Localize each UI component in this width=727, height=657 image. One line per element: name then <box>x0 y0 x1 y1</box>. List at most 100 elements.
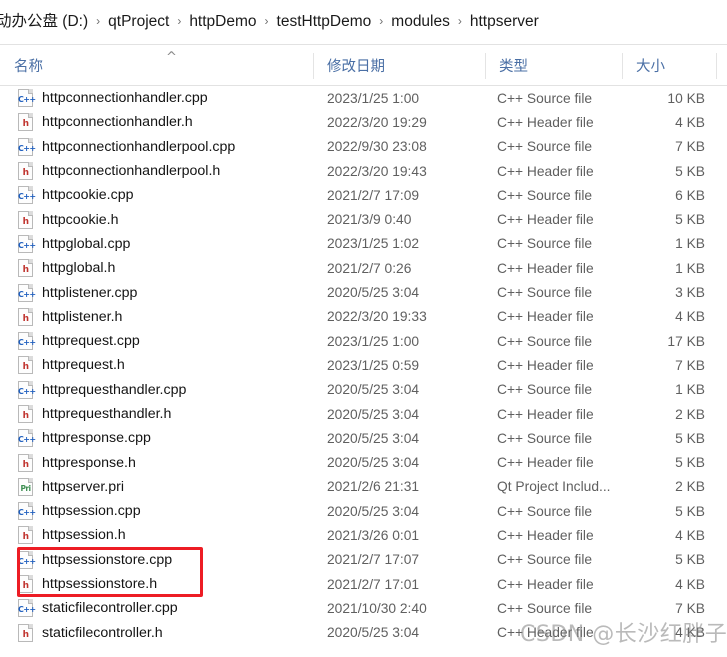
file-name-cell[interactable]: h httplistener.h <box>18 307 122 326</box>
file-type-cell: C++ Source file <box>497 236 593 252</box>
file-name-label: httprequesthandler.cpp <box>42 381 187 398</box>
file-name-label: httprequest.cpp <box>42 333 140 350</box>
file-size-cell: 5 KB <box>675 552 705 568</box>
file-name-cell[interactable]: Pri httpserver.pri <box>18 477 124 496</box>
file-size-cell: 4 KB <box>675 309 705 325</box>
h-file-icon: h <box>18 453 33 472</box>
file-date-modified-cell: 2021/2/6 21:31 <box>327 479 420 495</box>
file-date-modified-cell: 2020/5/25 3:04 <box>327 503 420 519</box>
file-date-modified-cell: 2020/5/25 3:04 <box>327 382 420 398</box>
file-row[interactable]: h httpsession.h 2021/3/26 0:01 C++ Header f… <box>0 523 727 547</box>
file-name-cell[interactable]: h httpsessionstore.h <box>18 575 157 594</box>
file-row[interactable]: h httpsessionstore.h 2021/2/7 17:01 C++ Hea… <box>0 572 727 596</box>
cpp-file-icon: C++ <box>18 137 36 156</box>
file-row[interactable]: C++ httpcookie.cpp 2021/2/7 17:09 C++ Sourc… <box>0 183 727 207</box>
file-icon-label: C++ <box>18 192 36 202</box>
file-row[interactable]: h httpconnectionhandler.h 2022/3/20 19:29 C… <box>0 110 727 134</box>
file-name-cell[interactable]: C++ httpsessionstore.cpp <box>18 550 172 569</box>
column-header-row: 名称 ^ 修改日期 类型 大小 <box>0 44 727 86</box>
cpp-file-icon: C++ <box>18 550 36 569</box>
file-name-cell[interactable]: h httpresponse.h <box>18 453 136 472</box>
file-name-cell[interactable]: C++ httpcookie.cpp <box>18 186 134 205</box>
file-row[interactable]: C++ httpsession.cpp 2020/5/25 3:04 C++ Sour… <box>0 499 727 523</box>
file-name-cell[interactable]: h httpconnectionhandler.h <box>18 113 193 132</box>
column-header-size[interactable]: 大小 <box>622 45 716 85</box>
file-size-cell: 1 KB <box>675 260 705 276</box>
file-row[interactable]: h staticfilecontroller.h 2020/5/25 3:04 C++… <box>0 621 727 645</box>
breadcrumb-item-4[interactable]: modules <box>391 14 450 30</box>
file-name-cell[interactable]: h httpsession.h <box>18 526 126 545</box>
file-icon-label: C++ <box>18 240 36 250</box>
column-header-name[interactable]: 名称 <box>0 45 313 85</box>
file-name-cell[interactable]: h httprequesthandler.h <box>18 405 171 423</box>
file-name-cell[interactable]: C++ staticfilecontroller.cpp <box>18 599 178 618</box>
file-size-cell: 6 KB <box>675 187 705 203</box>
cpp-file-icon: C++ <box>18 502 36 521</box>
file-name-label: httpconnectionhandlerpool.h <box>42 163 221 180</box>
file-row[interactable]: h httplistener.h 2022/3/20 19:33 C++ Header… <box>0 305 727 329</box>
file-name-cell[interactable]: h httprequest.h <box>18 356 125 375</box>
breadcrumb-item-3[interactable]: testHttpDemo <box>277 14 372 30</box>
file-name-cell[interactable]: C++ httpconnectionhandlerpool.cpp <box>18 137 235 156</box>
file-type-cell: C++ Source file <box>497 503 593 519</box>
file-row[interactable]: C++ httpsessionstore.cpp 2021/2/7 17:07 C++… <box>0 548 727 572</box>
file-row[interactable]: C++ httpresponse.cpp 2020/5/25 3:04 C++ Sou… <box>0 426 727 450</box>
file-row[interactable]: C++ httprequest.cpp 2023/1/25 1:00 C++ Sour… <box>0 329 727 353</box>
column-header-date-modified[interactable]: 修改日期 <box>313 45 485 85</box>
file-row[interactable]: Pri httpserver.pri 2021/2/6 21:31 Qt Projec… <box>0 475 727 499</box>
file-name-cell[interactable]: h staticfilecontroller.h <box>18 623 163 642</box>
file-name-cell[interactable]: C++ httpresponse.cpp <box>18 429 151 448</box>
file-date-modified-cell: 2022/9/30 23:08 <box>327 139 427 155</box>
file-row[interactable]: h httprequest.h 2023/1/25 0:59 C++ Header f… <box>0 353 727 377</box>
file-name-cell[interactable]: C++ httprequest.cpp <box>18 332 140 351</box>
file-size-cell: 4 KB <box>675 625 705 641</box>
file-type-cell: C++ Header file <box>497 625 594 641</box>
file-name-cell[interactable]: C++ httprequesthandler.cpp <box>18 380 187 399</box>
file-icon-label: h <box>22 581 29 592</box>
file-row[interactable]: h httprequesthandler.h 2020/5/25 3:04 C++ H… <box>0 402 727 426</box>
h-file-icon: h <box>18 575 33 594</box>
file-icon-label: C++ <box>18 143 36 153</box>
file-name-cell[interactable]: h httpcookie.h <box>18 210 119 229</box>
file-row[interactable]: C++ httpconnectionhandler.cpp 2023/1/25 1:… <box>0 86 727 110</box>
file-size-cell: 7 KB <box>675 600 705 616</box>
file-icon-label: Pri <box>20 483 32 493</box>
breadcrumb-item-5[interactable]: httpserver <box>470 14 539 30</box>
file-name-label: httpsession.cpp <box>42 503 141 520</box>
file-type-cell: C++ Source file <box>497 333 593 349</box>
column-divider[interactable] <box>716 53 717 79</box>
file-row[interactable]: C++ httprequesthandler.cpp 2020/5/25 3:04 C… <box>0 378 727 402</box>
file-name-cell[interactable]: h httpconnectionhandlerpool.h <box>18 162 221 181</box>
file-name-cell[interactable]: h httpglobal.h <box>18 259 115 278</box>
file-name-cell[interactable]: C++ httpsession.cpp <box>18 502 141 521</box>
file-row[interactable]: h httpresponse.h 2020/5/25 3:04 C++ Header … <box>0 450 727 474</box>
file-name-label: staticfilecontroller.cpp <box>42 600 178 617</box>
file-name-label: httpglobal.cpp <box>42 235 131 252</box>
file-row[interactable]: h httpcookie.h 2021/3/9 0:40 C++ Header fil… <box>0 207 727 231</box>
file-size-cell: 7 KB <box>675 139 705 155</box>
breadcrumb[interactable]: 动办公盘 (D:) › qtProject › httpDemo › testHttpDem… <box>0 0 727 44</box>
file-row[interactable]: C++ httplistener.cpp 2020/5/25 3:04 C++ Sou… <box>0 280 727 304</box>
file-row[interactable]: C++ staticfilecontroller.cpp 2021/10/30 2:… <box>0 596 727 620</box>
breadcrumb-item-0[interactable]: 动办公盘 (D:) <box>0 14 88 30</box>
breadcrumb-separator-icon: › <box>379 14 384 28</box>
file-date-modified-cell: 2021/2/7 17:01 <box>327 576 420 592</box>
breadcrumb-item-2[interactable]: httpDemo <box>189 14 256 30</box>
file-row[interactable]: h httpglobal.h 2021/2/7 0:26 C++ Header fil… <box>0 256 727 280</box>
cpp-file-icon: C++ <box>18 332 36 351</box>
file-name-cell[interactable]: C++ httpconnectionhandler.cpp <box>18 89 208 108</box>
file-name-cell[interactable]: C++ httplistener.cpp <box>18 283 137 302</box>
file-row[interactable]: h httpconnectionhandlerpool.h 2022/3/20 19… <box>0 159 727 183</box>
cpp-file-icon: C++ <box>18 380 36 399</box>
file-name-label: httpcookie.h <box>42 211 119 228</box>
file-row[interactable]: C++ httpglobal.cpp 2023/1/25 1:02 C++ Sourc… <box>0 232 727 256</box>
breadcrumb-item-1[interactable]: qtProject <box>108 14 169 30</box>
file-size-cell: 1 KB <box>675 382 705 398</box>
h-file-icon: h <box>18 356 33 375</box>
file-row[interactable]: C++ httpconnectionhandlerpool.cpp 2022/9/3… <box>0 135 727 159</box>
file-icon-label: C++ <box>18 386 36 396</box>
file-size-cell: 2 KB <box>675 479 705 495</box>
file-icon-label: C++ <box>18 605 36 615</box>
column-header-type[interactable]: 类型 <box>485 45 622 85</box>
file-name-cell[interactable]: C++ httpglobal.cpp <box>18 234 131 253</box>
